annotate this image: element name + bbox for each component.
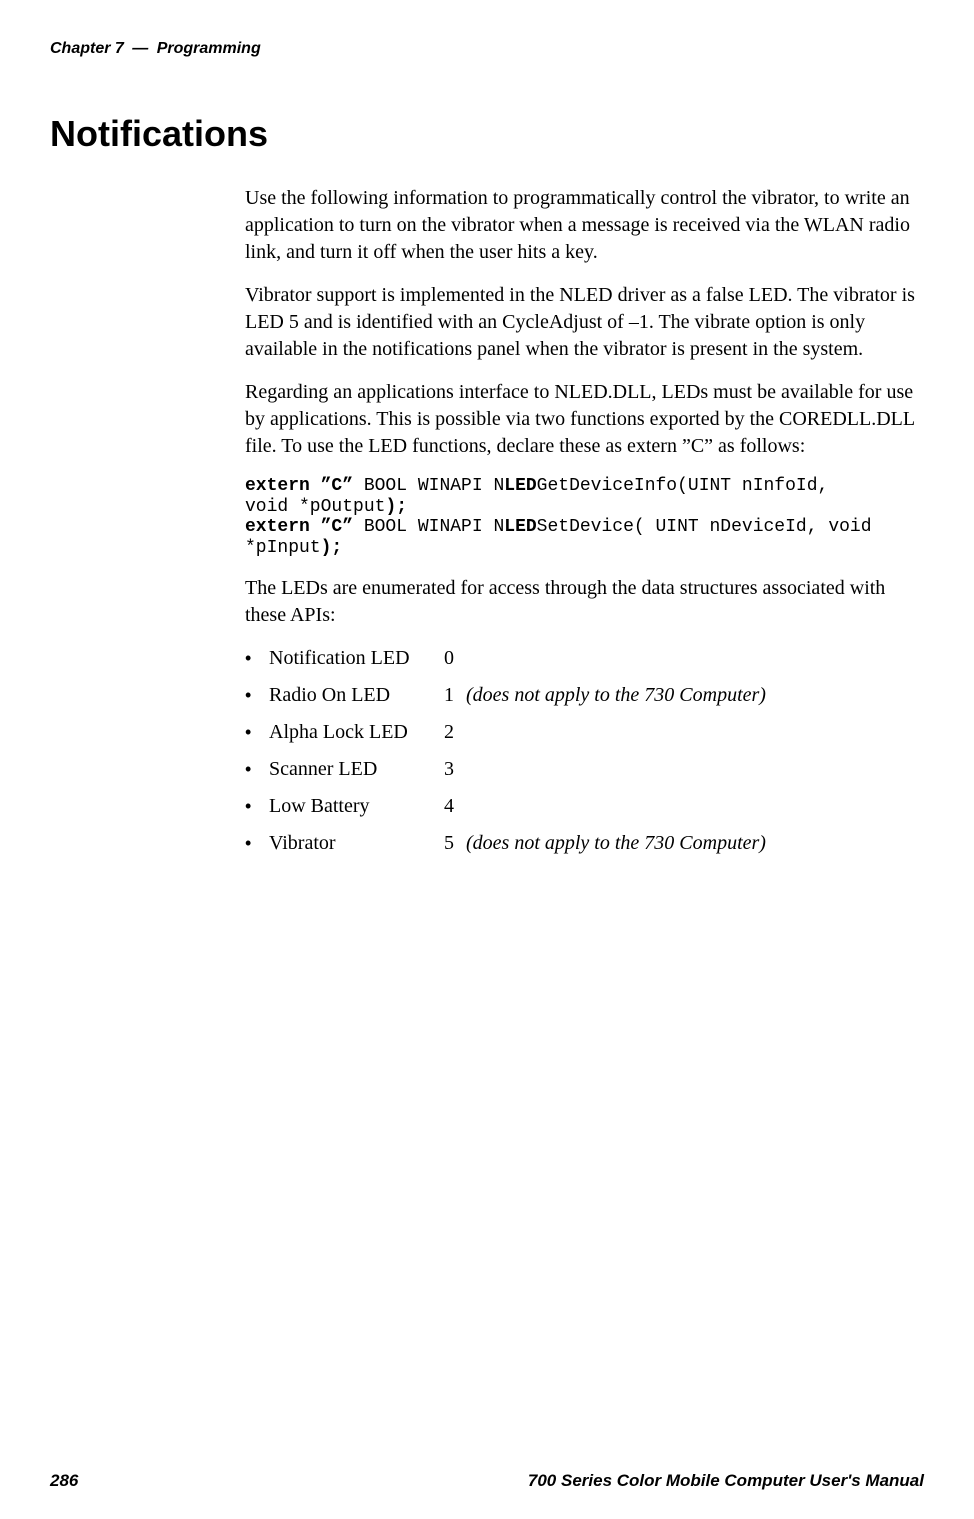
led-name: Radio On LED [269,682,444,709]
led-name: Vibrator [269,830,444,857]
paragraph-interface: Regarding an applications interface to N… [245,379,924,460]
bullet-icon: • [245,723,269,741]
code-l2b: ); [385,497,407,517]
bullet-icon: • [245,797,269,815]
page-footer: 286 700 Series Color Mobile Computer Use… [50,1471,924,1491]
bullet-icon: • [245,686,269,704]
code-l3b: BOOL WINAPI N [353,517,504,537]
led-num: 5 [444,830,462,857]
body-content: Use the following information to program… [245,185,924,857]
bullet-icon: • [245,649,269,667]
list-item: • Notification LED 0 [245,645,924,672]
header-dash: — [132,40,148,57]
code-l1b: BOOL WINAPI N [353,476,504,496]
code-l4b: ); [321,538,343,558]
page-title: Notifications [50,113,924,155]
code-l4a: *pInput [245,538,321,558]
led-name: Notification LED [269,645,444,672]
list-item: • Vibrator 5 (does not apply to the 730 … [245,830,924,857]
list-item: • Radio On LED 1 (does not apply to the … [245,682,924,709]
page-header: Chapter 7 — Programming [50,40,924,58]
led-num: 3 [444,756,462,783]
code-led1: LED [504,476,536,496]
section-label: Programming [157,40,261,57]
led-note: (does not apply to the 730 Computer) [466,830,766,857]
code-l1d: GetDeviceInfo(UINT nInfoId, [537,476,829,496]
manual-title: 700 Series Color Mobile Computer User's … [528,1471,924,1491]
bullet-icon: • [245,834,269,852]
code-l2a: void *pOutput [245,497,385,517]
code-extern2: extern ”C” [245,517,353,537]
paragraph-enum: The LEDs are enumerated for access throu… [245,575,924,629]
list-item: • Low Battery 4 [245,793,924,820]
led-name: Scanner LED [269,756,444,783]
led-num: 0 [444,645,462,672]
code-led2: LED [504,517,536,537]
code-extern1: extern ”C” [245,476,353,496]
code-block: extern ”C” BOOL WINAPI NLEDGetDeviceInfo… [245,476,924,559]
paragraph-intro: Use the following information to program… [245,185,924,266]
led-note: (does not apply to the 730 Computer) [466,682,766,709]
led-name: Low Battery [269,793,444,820]
led-name: Alpha Lock LED [269,719,444,746]
code-l3d: SetDevice( UINT nDeviceId, void [537,517,872,537]
led-num: 4 [444,793,462,820]
list-item: • Scanner LED 3 [245,756,924,783]
led-num: 2 [444,719,462,746]
paragraph-vibrator: Vibrator support is implemented in the N… [245,282,924,363]
chapter-label: Chapter 7 [50,40,124,57]
bullet-icon: • [245,760,269,778]
led-list: • Notification LED 0 • Radio On LED 1 (d… [245,645,924,857]
led-num: 1 [444,682,462,709]
page-number: 286 [50,1471,78,1491]
list-item: • Alpha Lock LED 2 [245,719,924,746]
